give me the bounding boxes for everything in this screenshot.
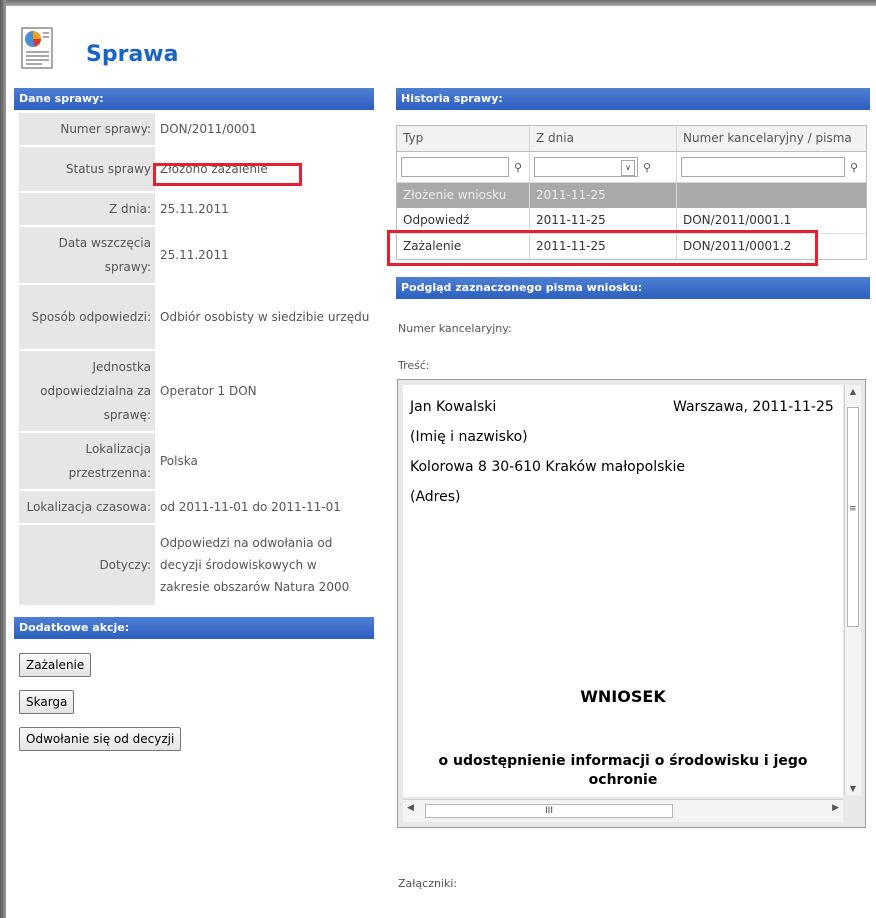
doc-address-caption: (Adres): [410, 489, 461, 505]
detail-row-spatial-location: Lokalizacja przestrzenna: Polska: [19, 432, 374, 491]
detail-value: 25.11.2011: [155, 192, 374, 227]
horizontal-scroll-thumb[interactable]: III: [425, 804, 673, 818]
table-row-selected[interactable]: Złożenie wniosku 2011-11-25: [397, 183, 866, 208]
content-label: Treść:: [398, 359, 430, 372]
filter-icon[interactable]: ⚲: [638, 155, 656, 180]
detail-row-subject: Dotyczy: Odpowiedzi na odwołania od decy…: [19, 524, 374, 607]
cell-type: Złożenie wniosku: [397, 183, 530, 208]
filter-cell-type: ⚲: [397, 152, 530, 182]
detail-label: Numer sprawy:: [19, 113, 155, 147]
detail-row-temporal-location: Lokalizacja czasowa: od 2011-11-01 do 20…: [19, 490, 374, 525]
detail-label: Status sprawy: [19, 146, 155, 193]
detail-row-number: Numer sprawy: DON/2011/0001: [19, 113, 374, 147]
detail-label: Dotyczy:: [19, 524, 155, 607]
grid-header-row: Typ Z dnia Numer kancelaryjny / pisma: [397, 126, 866, 152]
detail-value: DON/2011/0001: [155, 113, 374, 147]
scroll-right-icon[interactable]: ▶: [832, 803, 839, 813]
grip-icon: ≡: [849, 504, 857, 514]
doc-place-date: Warszawa, 2011-11-25: [673, 399, 834, 415]
column-header-number[interactable]: Numer kancelaryjny / pisma: [677, 126, 866, 151]
doc-name: Jan Kowalski: [410, 399, 497, 415]
scroll-down-icon[interactable]: ▼: [845, 784, 861, 793]
window-top-border: [0, 0, 876, 6]
detail-label: Lokalizacja przestrzenna:: [19, 432, 155, 491]
detail-label: Jednostka odpowiedzialna za sprawę:: [19, 350, 155, 433]
doc-name-caption: (Imię i nazwisko): [410, 429, 528, 445]
detail-value: Odbiór osobisty w siedzibie urzędu: [155, 284, 374, 351]
registry-number-label: Numer kancelaryjny:: [398, 322, 512, 335]
vertical-scroll-thumb[interactable]: ≡: [847, 407, 859, 627]
column-header-type[interactable]: Typ: [397, 126, 530, 151]
appeal-decision-button[interactable]: Odwołanie się od decyzji: [19, 727, 182, 751]
doc-title: WNIOSEK: [580, 687, 666, 706]
history-section-header: Historia sprawy:: [396, 88, 870, 110]
filter-input-type[interactable]: [401, 157, 509, 177]
detail-row-responsible-unit: Jednostka odpowiedzialna za sprawę: Oper…: [19, 350, 374, 433]
detail-value: od 2011-11-01 do 2011-11-01: [155, 490, 374, 525]
document-viewer[interactable]: Jan Kowalski Warszawa, 2011-11-25 (Imię …: [397, 379, 866, 828]
detail-row-date: Z dnia: 25.11.2011: [19, 192, 374, 227]
grievance-button[interactable]: Skarga: [19, 690, 75, 714]
detail-value: Operator 1 DON: [155, 350, 374, 433]
scroll-left-icon[interactable]: ◀: [407, 803, 414, 813]
detail-value: Polska: [155, 432, 374, 491]
cell-date: 2011-11-25: [530, 183, 677, 208]
detail-row-start-date: Data wszczęcia sprawy: 25.11.2011: [19, 226, 374, 285]
filter-input-number[interactable]: [681, 157, 845, 177]
column-header-date[interactable]: Z dnia: [530, 126, 677, 151]
chevron-down-icon[interactable]: ∨: [621, 160, 635, 176]
status-highlight-box: [153, 163, 302, 186]
vertical-scrollbar[interactable]: ▲ ≡ ▼: [844, 385, 861, 795]
detail-value: 25.11.2011: [155, 226, 374, 285]
document-page: Jan Kowalski Warszawa, 2011-11-25 (Imię …: [403, 385, 843, 797]
doc-subtitle: o udostępnienie informacji o środowisku …: [438, 753, 808, 788]
detail-label: Lokalizacja czasowa:: [19, 490, 155, 525]
grid-filter-row: ⚲ ∨ ⚲ ⚲: [397, 152, 866, 183]
complaint-row-highlight-box: [387, 230, 818, 266]
case-details-table: Numer sprawy: DON/2011/0001 Status spraw…: [19, 113, 374, 607]
attachments-label: Załączniki:: [398, 877, 458, 890]
scroll-up-icon[interactable]: ▲: [845, 387, 861, 396]
actions-section-header: Dodatkowe akcje:: [14, 617, 374, 639]
page-title: Sprawa: [86, 42, 179, 67]
detail-row-response-method: Sposób odpowiedzi: Odbiór osobisty w sie…: [19, 284, 374, 351]
horizontal-scrollbar[interactable]: ◀ III ▶: [403, 799, 843, 822]
filter-icon[interactable]: ⚲: [509, 155, 527, 180]
detail-label: Z dnia:: [19, 192, 155, 227]
window-left-border: [0, 0, 6, 918]
detail-label: Sposób odpowiedzi:: [19, 284, 155, 351]
details-section-header: Dane sprawy:: [14, 88, 374, 110]
filter-cell-number: ⚲: [677, 152, 866, 182]
preview-section-header: Podgląd zaznaczonego pisma wniosku:: [396, 277, 870, 299]
detail-label: Data wszczęcia sprawy:: [19, 226, 155, 285]
filter-cell-date: ∨ ⚲: [530, 152, 677, 182]
complaint-button[interactable]: Zażalenie: [19, 653, 92, 677]
detail-value: Odpowiedzi na odwołania od decyzji środo…: [155, 524, 374, 607]
cell-number: [677, 183, 866, 208]
doc-address: Kolorowa 8 30-610 Kraków małopolskie: [410, 459, 685, 475]
filter-select-date[interactable]: ∨: [534, 157, 638, 177]
document-chart-icon: [21, 27, 53, 69]
filter-icon[interactable]: ⚲: [845, 155, 863, 180]
